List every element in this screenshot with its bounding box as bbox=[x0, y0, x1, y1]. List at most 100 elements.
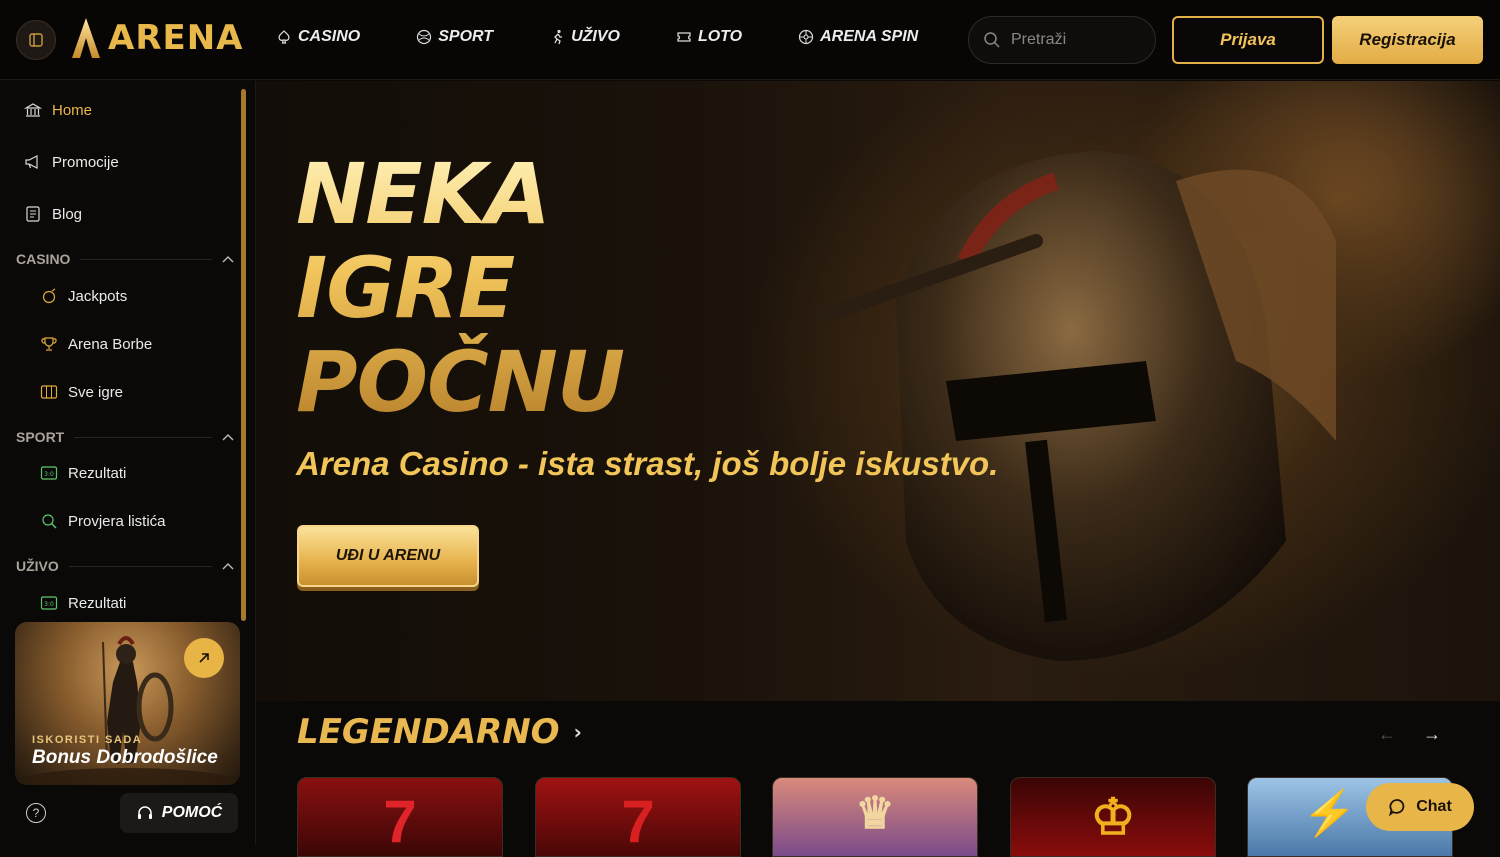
hero-title-line: POČNU bbox=[296, 333, 625, 431]
help-button[interactable]: POMOĆ bbox=[120, 793, 238, 833]
section-casino-title: CASINO bbox=[16, 251, 71, 267]
sidebar-item-home[interactable]: Home bbox=[24, 101, 92, 119]
spade-icon bbox=[278, 30, 290, 44]
game-card[interactable]: 7 bbox=[535, 777, 741, 857]
chevron-up-icon bbox=[222, 256, 234, 263]
zeus-icon: ♛ bbox=[855, 789, 895, 838]
nav-arena-spin-label: ARENA SPIN bbox=[820, 28, 919, 45]
arena-logo-icon bbox=[72, 18, 100, 58]
help-button-label: POMOĆ bbox=[161, 804, 223, 821]
nav-uzivo[interactable]: UŽIVO bbox=[549, 28, 620, 46]
runner-icon bbox=[554, 29, 563, 45]
sidebar-item-sve-igre-label: Sve igre bbox=[68, 383, 124, 401]
gladiator-helmet-illustration bbox=[816, 151, 1336, 661]
scoreboard-icon: 3:0 bbox=[40, 466, 58, 480]
game-card[interactable]: ♔ bbox=[1010, 777, 1216, 857]
nav-uzivo-label: UŽIVO bbox=[571, 28, 620, 45]
nav-sport-label: SPORT bbox=[438, 28, 494, 45]
section-sport-header[interactable]: SPORT bbox=[16, 429, 234, 445]
svg-text:3:0: 3:0 bbox=[44, 601, 54, 608]
promo-open-button[interactable] bbox=[184, 638, 224, 678]
hero-title: NEKA IGRE POČNU bbox=[296, 147, 624, 429]
nav-sport[interactable]: SPORT bbox=[416, 28, 493, 46]
sidebar-item-sport-rezultati-label: Rezultati bbox=[68, 464, 127, 482]
nav-loto-label: LOTO bbox=[697, 28, 743, 45]
promo-title: Bonus Dobrodošlice bbox=[32, 747, 218, 768]
sidebar-item-home-label: Home bbox=[52, 101, 93, 119]
register-button[interactable]: Registracija bbox=[1332, 16, 1483, 64]
game-card[interactable]: 7 bbox=[297, 777, 503, 857]
login-button[interactable]: Prijava bbox=[1172, 16, 1324, 64]
megaphone-icon bbox=[25, 155, 38, 169]
sidebar: Home Promocije Blog CASINO Jackpots Aren… bbox=[0, 81, 256, 844]
legendarno-section-title[interactable]: LEGENDARNO › bbox=[297, 712, 582, 752]
hero-subtitle: Arena Casino - ista strast, još bolje is… bbox=[296, 445, 999, 482]
chat-button[interactable]: Chat bbox=[1366, 783, 1474, 831]
slot-icon bbox=[40, 385, 58, 399]
sidebar-item-arena-borbe[interactable]: Arena Borbe bbox=[40, 335, 152, 353]
sidebar-item-uzivo-rezultati[interactable]: 3:0 Rezultati bbox=[40, 594, 126, 612]
wheel-icon bbox=[799, 29, 814, 45]
chevron-right-icon: › bbox=[573, 720, 582, 744]
search-icon bbox=[984, 32, 1000, 48]
chat-button-label: Chat bbox=[1416, 798, 1452, 815]
sidebar-item-uzivo-rezultati-label: Rezultati bbox=[68, 594, 127, 612]
hero-title-line: IGRE bbox=[296, 239, 515, 337]
sidebar-toggle-button[interactable] bbox=[16, 20, 56, 60]
sidebar-scrollbar[interactable] bbox=[241, 89, 246, 621]
arrow-up-right-icon bbox=[199, 653, 209, 663]
nav-casino-label: CASINO bbox=[298, 28, 361, 45]
sidebar-item-blog[interactable]: Blog bbox=[24, 205, 82, 223]
trophy-icon bbox=[41, 337, 57, 351]
seven-icon: 7 bbox=[383, 788, 417, 855]
hero-title-line: NEKA bbox=[296, 145, 550, 243]
carousel-prev-arrow-icon[interactable]: ← bbox=[1378, 724, 1396, 745]
help-circle-icon[interactable]: ? bbox=[26, 803, 46, 823]
bank-icon bbox=[24, 103, 42, 117]
section-uzivo-title: UŽIVO bbox=[16, 558, 59, 574]
sidebar-item-blog-label: Blog bbox=[52, 205, 83, 223]
sidebar-item-sve-igre[interactable]: Sve igre bbox=[40, 383, 123, 401]
enter-arena-button[interactable]: UĐI U ARENU bbox=[297, 525, 479, 587]
scoreboard-icon: 3:0 bbox=[40, 596, 58, 610]
headset-icon bbox=[137, 806, 152, 819]
sidebar-item-promocije-label: Promocije bbox=[52, 153, 119, 171]
ball-icon bbox=[417, 29, 432, 45]
divider bbox=[74, 436, 212, 438]
chevron-up-icon bbox=[222, 563, 234, 570]
sidebar-item-provjera-listica-label: Provjera listića bbox=[68, 512, 166, 530]
sidebar-item-sport-rezultati[interactable]: 3:0 Rezultati bbox=[40, 464, 126, 482]
document-icon bbox=[26, 206, 40, 222]
chevron-up-icon bbox=[222, 434, 234, 441]
ticket-icon bbox=[677, 32, 691, 42]
top-bar: ARENA CASINO SPORT UŽIVO LOTO ARENA SPIN… bbox=[0, 0, 1500, 80]
sidebar-item-promocije[interactable]: Promocije bbox=[24, 153, 119, 171]
hero-banner: NEKA IGRE POČNU Arena Casino - ista stra… bbox=[256, 81, 1500, 701]
main-nav: CASINO SPORT UŽIVO LOTO ARENA SPIN bbox=[276, 28, 974, 46]
sidebar-collapse-icon bbox=[29, 33, 43, 47]
section-casino-header[interactable]: CASINO bbox=[16, 251, 234, 267]
nav-casino[interactable]: CASINO bbox=[276, 28, 360, 46]
seven-icon: 7 bbox=[621, 788, 655, 855]
logo[interactable]: ARENA bbox=[70, 16, 244, 60]
hero-figure-icon: ⚡ bbox=[1302, 789, 1357, 838]
welcome-bonus-card[interactable]: ISKORISTI SADA Bonus Dobrodošlice bbox=[15, 622, 240, 785]
section-title-text: LEGENDARNO bbox=[297, 712, 560, 752]
section-uzivo-header[interactable]: UŽIVO bbox=[16, 558, 234, 574]
nav-loto[interactable]: LOTO bbox=[676, 28, 742, 46]
search-box[interactable] bbox=[968, 16, 1156, 64]
crown-icon: ♔ bbox=[1090, 789, 1136, 845]
sidebar-item-arena-borbe-label: Arena Borbe bbox=[68, 335, 153, 353]
nav-arena-spin[interactable]: ARENA SPIN bbox=[798, 28, 918, 46]
search-input[interactable] bbox=[1011, 31, 1131, 49]
sidebar-item-jackpots-label: Jackpots bbox=[68, 287, 128, 305]
carousel-next-arrow-icon[interactable]: → bbox=[1423, 724, 1441, 745]
game-card[interactable]: ♛ bbox=[772, 777, 978, 857]
section-sport-title: SPORT bbox=[16, 429, 65, 445]
svg-text:3:0: 3:0 bbox=[44, 471, 54, 478]
divider bbox=[68, 565, 212, 567]
logo-text: ARENA bbox=[108, 18, 244, 58]
sidebar-item-provjera-listica[interactable]: Provjera listića bbox=[40, 512, 166, 530]
divider bbox=[80, 258, 212, 260]
sidebar-item-jackpots[interactable]: Jackpots bbox=[40, 287, 127, 305]
